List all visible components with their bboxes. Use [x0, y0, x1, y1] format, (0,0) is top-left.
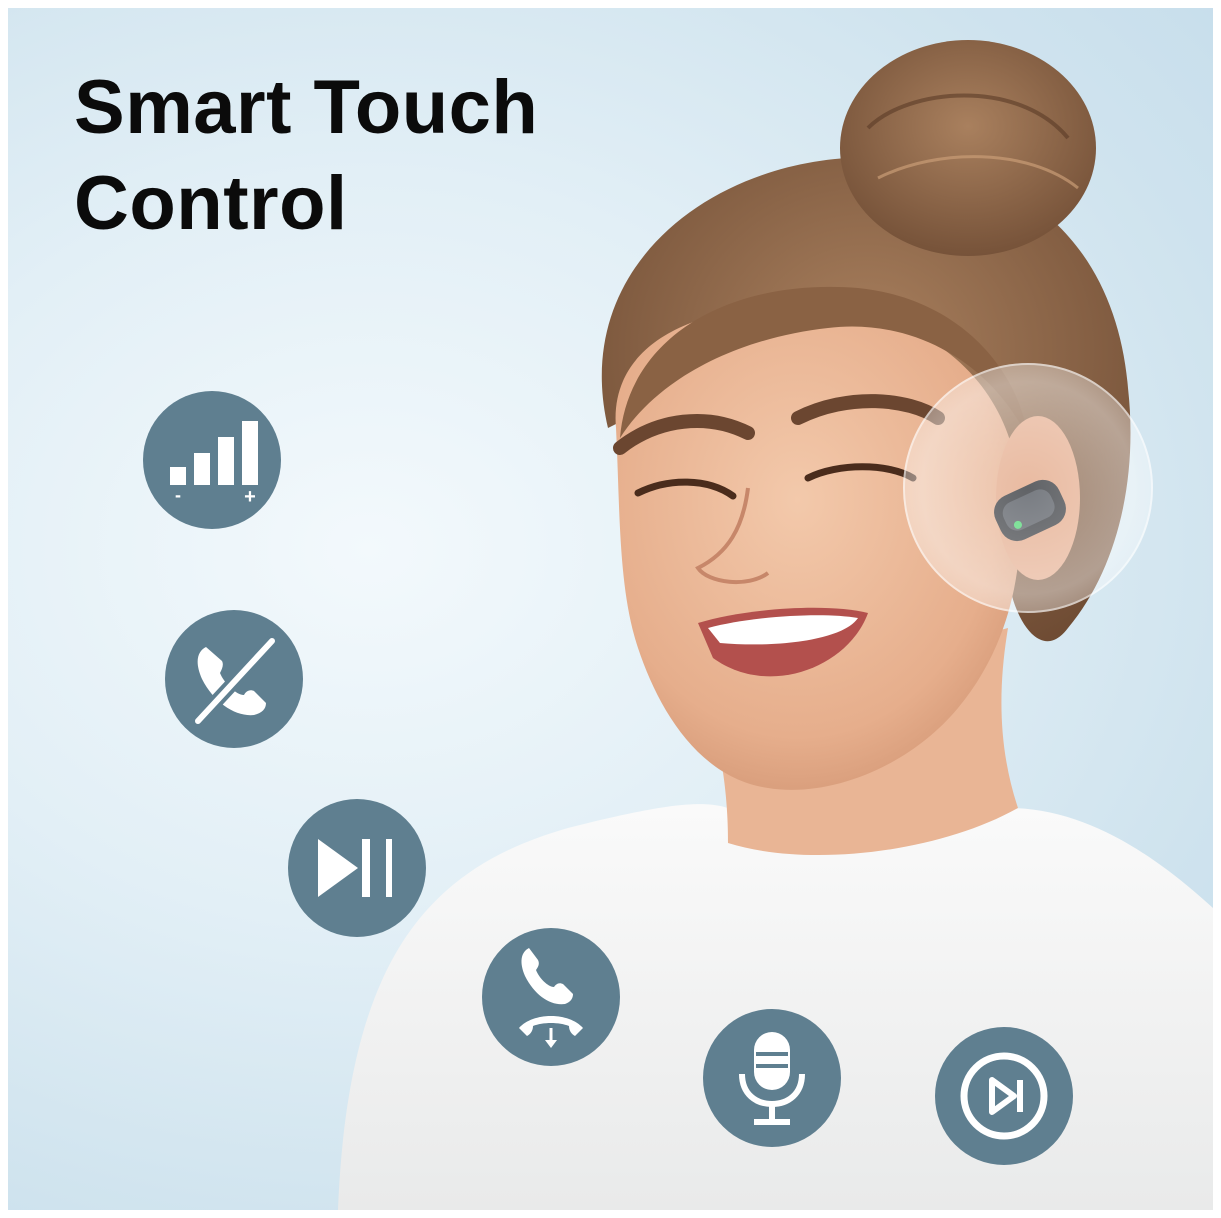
voice-assistant-feature — [703, 1009, 841, 1147]
next-track-feature — [935, 1027, 1073, 1165]
reject-call-icon — [192, 636, 278, 726]
next-track-icon — [960, 1052, 1048, 1140]
headline: Smart Touch Control — [74, 60, 538, 252]
headline-line-1: Smart Touch — [74, 65, 539, 150]
reject-call-feature — [165, 610, 303, 748]
answer-hangup-feature — [482, 928, 620, 1066]
headline-line-2: Control — [74, 161, 348, 246]
play-pause-icon — [318, 839, 392, 897]
answer-hangup-call-icon — [519, 948, 583, 1048]
voice-assistant-mic-icon — [739, 1032, 805, 1125]
volume-plus-label: + — [244, 486, 256, 505]
play-pause-feature — [288, 799, 426, 937]
earbud-highlight-ring — [903, 363, 1153, 613]
volume-minus-label: - — [175, 485, 181, 505]
product-banner: Smart Touch Control - + — [8, 8, 1213, 1210]
volume-bars-icon: - + — [170, 421, 258, 505]
volume-feature: - + — [143, 391, 281, 529]
